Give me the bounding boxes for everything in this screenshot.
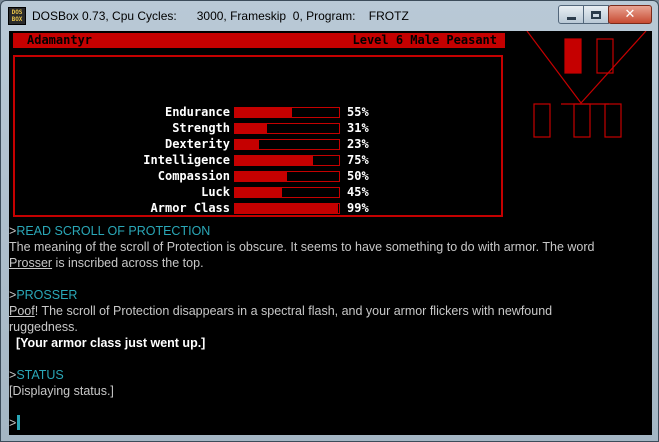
stat-label: Dexterity — [164, 137, 230, 151]
command-line: >PROSSER — [9, 287, 649, 303]
character-name: Adamantyr — [27, 33, 93, 47]
response-text: Prosser is inscribed across the top. — [9, 255, 649, 271]
dosbox-window: DOS BOX DOSBox 0.73, Cpu Cycles: 3000, F… — [0, 0, 659, 442]
underlined-word: Poof — [9, 304, 35, 318]
stat-bar-fill — [235, 156, 313, 165]
minimize-icon — [566, 16, 576, 20]
underlined-word: Prosser — [9, 256, 53, 270]
stat-label: Compassion — [157, 169, 230, 183]
stat-bar — [234, 187, 340, 198]
stat-row: Dexterity 23% — [15, 137, 503, 153]
stat-bar — [234, 203, 340, 214]
stat-row: Intelligence 75% — [15, 153, 503, 169]
dosbox-app-icon[interactable]: DOS BOX — [8, 7, 26, 25]
stat-label: Intelligence — [143, 153, 230, 167]
stats-panel: Endurance 55% Strength 31% Dexterity 23%… — [13, 55, 503, 217]
title-bar[interactable]: DOS BOX DOSBox 0.73, Cpu Cycles: 3000, F… — [1, 1, 658, 31]
command-text: PROSSER — [16, 288, 78, 302]
stat-bar — [234, 107, 340, 118]
close-icon: ✕ — [624, 7, 636, 22]
stat-row: Compassion 50% — [15, 169, 503, 185]
response-part: The meaning of the scroll of Protection … — [9, 240, 595, 254]
response-part: is inscribed across the top. — [52, 256, 204, 270]
stat-percent: 45% — [347, 185, 369, 199]
stat-bar — [234, 139, 340, 150]
command-line: >READ SCROLL OF PROTECTION — [9, 223, 649, 239]
diagram-slot — [604, 103, 622, 138]
stat-percent: 75% — [347, 153, 369, 167]
minimize-button[interactable] — [558, 5, 584, 24]
stat-bar — [234, 171, 340, 182]
stat-label: Endurance — [164, 105, 230, 119]
diagram-slot — [573, 103, 591, 138]
stat-row: Endurance 55% — [15, 105, 503, 121]
diagram-slot — [596, 38, 614, 74]
stat-label: Luck — [201, 185, 230, 199]
maximize-icon — [591, 10, 601, 19]
input-line[interactable]: > — [9, 415, 21, 430]
response-part: ! The scroll of Protection disappears in… — [34, 304, 553, 318]
maximize-button[interactable] — [583, 5, 609, 24]
game-text-log: >READ SCROLL OF PROTECTION The meaning o… — [9, 223, 649, 399]
stat-bar-fill — [235, 124, 268, 133]
stat-bar-fill — [235, 108, 293, 117]
stat-percent: 23% — [347, 137, 369, 151]
stat-row: Luck 45% — [15, 185, 503, 201]
stat-label: Armor Class — [150, 201, 230, 215]
stat-percent: 55% — [347, 105, 369, 119]
stat-bar-fill — [235, 204, 338, 213]
response-text: The meaning of the scroll of Protection … — [9, 239, 649, 255]
diagram-slot-filled — [564, 38, 582, 74]
command-text: READ SCROLL OF PROTECTION — [16, 224, 211, 238]
stat-bar-fill — [235, 172, 287, 181]
stat-label: Strength — [172, 121, 230, 135]
command-text: STATUS — [16, 368, 64, 382]
diagram-slot — [533, 103, 551, 138]
stat-percent: 31% — [347, 121, 369, 135]
stat-bar — [234, 155, 340, 166]
stat-percent: 50% — [347, 169, 369, 183]
stat-bar-fill — [235, 188, 282, 197]
stat-bar — [234, 123, 340, 134]
input-prompt: > — [9, 416, 17, 430]
character-level: Level 6 Male Peasant — [352, 33, 498, 47]
armor-class-message: [Your armor class just went up.] — [9, 336, 206, 350]
close-button[interactable]: ✕ — [608, 5, 652, 24]
stat-bar-fill — [235, 140, 259, 149]
window-title: DOSBox 0.73, Cpu Cycles: 3000, Frameskip… — [32, 9, 409, 23]
response-text: Poof! The scroll of Protection disappear… — [9, 303, 649, 319]
stat-row: Armor Class 99% — [15, 201, 503, 217]
stat-row: Strength 31% — [15, 121, 503, 137]
equipment-diagram — [526, 31, 647, 138]
text-cursor — [17, 415, 21, 430]
response-text: ruggedness. — [9, 320, 78, 334]
dos-screen[interactable]: Adamantyr Level 6 Male Peasant Endurance… — [9, 31, 652, 435]
command-line: >STATUS — [9, 367, 649, 383]
stat-percent: 99% — [347, 201, 369, 215]
response-text: [Displaying status.] — [9, 384, 114, 398]
status-bar: Adamantyr Level 6 Male Peasant — [13, 33, 505, 48]
